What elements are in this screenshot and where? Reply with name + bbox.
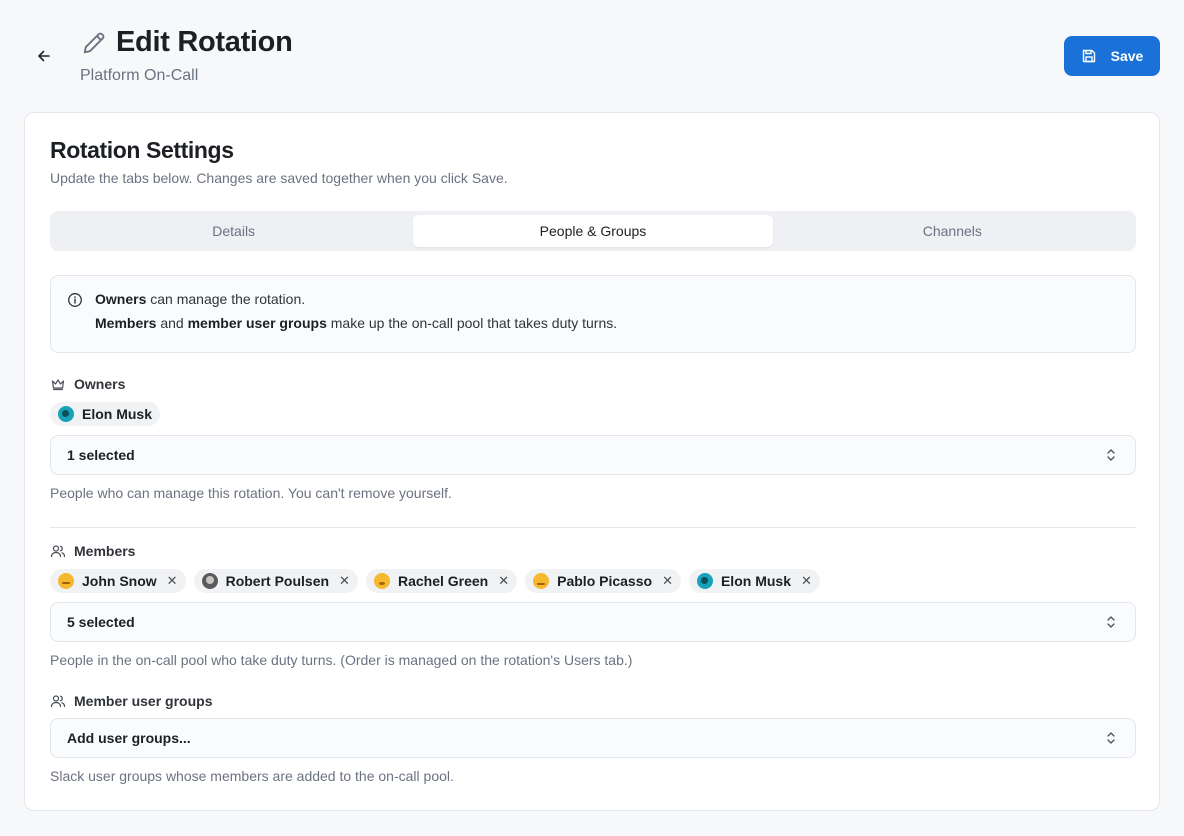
groups-help-text: Slack user groups whose members are adde… [50,768,454,784]
member-chip: Pablo Picasso ✕ [525,569,681,593]
chevron-up-down-icon [1107,732,1115,744]
info-callout: Owners can manage the rotation. Members … [50,275,1136,353]
info-circle-icon [68,293,82,307]
section-divider [50,527,1136,528]
member-chip: Robert Poulsen ✕ [193,569,358,593]
card-description: Update the tabs below. Changes are saved… [50,170,508,186]
floppy-disk-icon [1082,49,1095,63]
crown-icon [51,379,65,391]
owners-label: Owners [50,376,125,392]
back-button[interactable] [30,44,58,68]
yellow-avatar [373,573,390,589]
info-line-members: Members and member user groups make up t… [95,315,618,331]
save-button[interactable]: Save [1064,36,1160,76]
page-subtitle: Platform On-Call [80,67,199,84]
owners-help-text: People who can manage this rotation. You… [50,485,452,501]
groups-label: Member user groups [50,693,212,709]
members-select[interactable]: 5 selected [50,602,1136,642]
remove-member-button[interactable]: ✕ [339,573,350,589]
remove-member-button[interactable]: ✕ [662,573,673,589]
title-row: Edit Rotation [80,26,293,59]
page-title: Edit Rotation [116,26,293,58]
photo-avatar [201,573,218,589]
teal-avatar [58,406,74,422]
groups-select[interactable]: Add user groups... [50,718,1136,758]
members-chip-list: John Snow ✕ Robert Poulsen ✕ Rachel Gree… [50,569,820,593]
tab-details[interactable]: Details [54,215,413,247]
card-title: Rotation Settings [50,137,234,163]
save-button-label: Save [1110,48,1144,64]
owner-chip: Elon Musk [50,402,161,426]
groups-select-value: Add user groups... [67,730,191,746]
teal-avatar [696,573,713,589]
owners-chip-list: Elon Musk [50,402,161,426]
chevron-up-down-icon [1107,616,1115,628]
tab-list: Details People & Groups Channels [50,211,1136,251]
remove-member-button[interactable]: ✕ [167,573,178,589]
arrow-left-icon [38,50,50,62]
owners-select[interactable]: 1 selected [50,435,1136,475]
info-line-owners: Owners can manage the rotation. [95,291,306,307]
users-icon [50,695,66,708]
remove-member-button[interactable]: ✕ [801,573,812,589]
member-chip: Elon Musk ✕ [688,569,820,593]
tab-people-groups[interactable]: People & Groups [413,215,773,247]
remove-member-button[interactable]: ✕ [498,573,509,589]
page-header: Edit Rotation Platform On-Call Save [0,0,1184,112]
member-chip: Rachel Green ✕ [365,569,518,593]
members-select-value: 5 selected [67,614,135,630]
tab-channels[interactable]: Channels [773,215,1132,247]
chevron-up-down-icon [1107,449,1115,461]
rotation-settings-card: Rotation Settings Update the tabs below.… [24,112,1160,811]
members-help-text: People in the on-call pool who take duty… [50,652,633,668]
pencil-icon [83,32,105,53]
member-chip: John Snow ✕ [50,569,186,593]
members-label: Members [50,543,135,559]
owners-select-value: 1 selected [67,447,135,463]
yellow-avatar [533,573,550,589]
yellow-avatar [58,573,74,589]
users-icon [50,545,66,558]
